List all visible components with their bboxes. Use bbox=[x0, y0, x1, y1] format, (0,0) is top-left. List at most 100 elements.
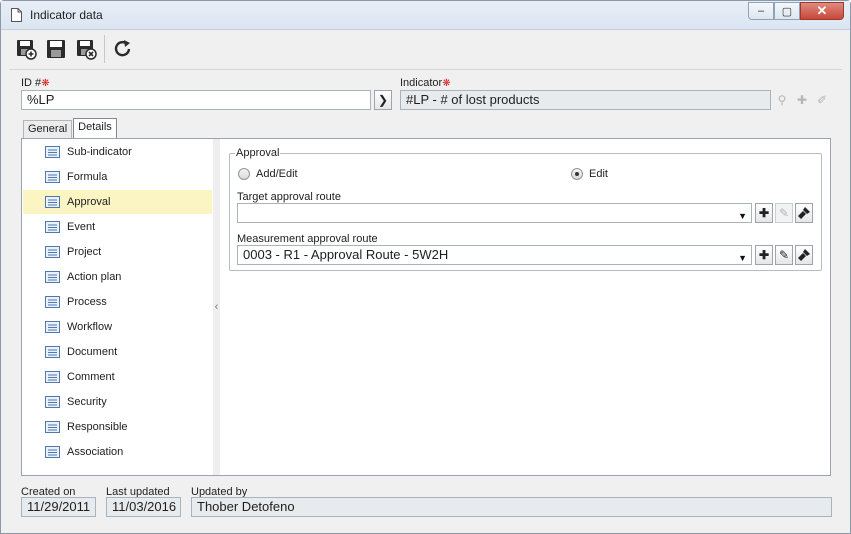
add-measurement-route-button[interactable]: ✚ bbox=[755, 245, 773, 265]
search-icon: ⚲ bbox=[777, 93, 787, 107]
maximize-icon: ▢ bbox=[781, 5, 793, 18]
list-icon bbox=[45, 221, 60, 233]
last-updated-field: 11/03/2016 bbox=[106, 497, 181, 517]
edit-measurement-route-button[interactable]: ✎ bbox=[775, 245, 793, 265]
save-new-button[interactable] bbox=[14, 37, 38, 61]
brush-icon bbox=[798, 249, 810, 261]
sidebar-item-event[interactable]: Event bbox=[23, 215, 212, 239]
required-icon: ❋ bbox=[41, 78, 50, 89]
save-close-button[interactable] bbox=[74, 37, 98, 61]
search-indicator-button[interactable]: ⚲ bbox=[773, 90, 791, 110]
sidebar-item-label: Association bbox=[67, 446, 124, 458]
list-icon bbox=[45, 196, 60, 208]
indicator-field: #LP - # of lost products bbox=[400, 90, 771, 110]
tab-details[interactable]: Details bbox=[73, 118, 117, 138]
details-sidebar: Sub-indicator Formula Approval Event Pro… bbox=[22, 139, 213, 475]
brush-icon bbox=[798, 207, 810, 219]
radio-add-edit[interactable]: Add/Edit bbox=[238, 168, 298, 180]
plus-icon: ✚ bbox=[796, 93, 808, 107]
chevron-right-icon: ❯ bbox=[377, 93, 389, 107]
radio-button-icon bbox=[238, 168, 250, 180]
list-icon bbox=[45, 396, 60, 408]
tab-bar: General Details bbox=[23, 118, 118, 138]
refresh-button[interactable] bbox=[111, 37, 135, 61]
sidebar-item-approval[interactable]: Approval bbox=[23, 190, 212, 214]
list-icon bbox=[45, 346, 60, 358]
sidebar-item-label: Event bbox=[67, 221, 96, 233]
dropdown-arrow-icon: ▼ bbox=[738, 211, 747, 221]
go-button[interactable]: ❯ bbox=[374, 90, 392, 110]
close-button[interactable]: ✕ bbox=[800, 2, 844, 20]
measurement-route-select[interactable]: 0003 - R1 - Approval Route - 5W2H ▼ bbox=[237, 245, 752, 265]
created-on-field: 11/29/2011 bbox=[21, 497, 96, 517]
radio-add-edit-label: Add/Edit bbox=[256, 168, 298, 180]
sidebar-item-label: Action plan bbox=[67, 271, 122, 283]
dropdown-arrow-icon: ▼ bbox=[738, 253, 747, 263]
sidebar-item-project[interactable]: Project bbox=[23, 240, 212, 264]
refresh-icon bbox=[114, 40, 131, 57]
sidebar-item-label: Document bbox=[67, 346, 118, 358]
sidebar-item-sub-indicator[interactable]: Sub-indicator bbox=[23, 140, 212, 164]
indicator-label-text: Indicator bbox=[400, 77, 443, 89]
sidebar-item-label: Process bbox=[67, 296, 107, 308]
title-bar[interactable]: Indicator data ‒ ▢ ✕ bbox=[1, 1, 850, 30]
add-target-route-button[interactable]: ✚ bbox=[755, 203, 773, 223]
updated-by-field: Thober Detofeno bbox=[191, 497, 832, 517]
plus-icon: ✚ bbox=[758, 248, 770, 262]
sidebar-item-association[interactable]: Association bbox=[23, 440, 212, 464]
clear-measurement-route-button[interactable] bbox=[795, 245, 813, 265]
details-panel: Sub-indicator Formula Approval Event Pro… bbox=[21, 138, 831, 476]
target-route-label: Target approval route bbox=[237, 191, 341, 203]
sidebar-item-action-plan[interactable]: Action plan bbox=[23, 265, 212, 289]
document-icon bbox=[11, 8, 22, 22]
minimize-button[interactable]: ‒ bbox=[748, 2, 774, 20]
list-icon bbox=[45, 371, 60, 383]
sidebar-item-document[interactable]: Document bbox=[23, 340, 212, 364]
minimize-icon: ‒ bbox=[757, 5, 765, 17]
sidebar-item-comment[interactable]: Comment bbox=[23, 365, 212, 389]
clear-indicator-button[interactable]: ✐ bbox=[813, 90, 831, 110]
list-icon bbox=[45, 421, 60, 433]
sidebar-item-label: Workflow bbox=[67, 321, 113, 333]
id-input[interactable]: %LP bbox=[21, 90, 371, 110]
save-button[interactable] bbox=[44, 37, 68, 61]
target-route-select[interactable]: ▼ bbox=[237, 203, 752, 223]
save-new-icon bbox=[17, 40, 37, 60]
radio-edit[interactable]: Edit bbox=[571, 168, 608, 180]
sidebar-item-responsible[interactable]: Responsible bbox=[23, 415, 212, 439]
window-title: Indicator data bbox=[30, 8, 103, 22]
sidebar-item-label: Responsible bbox=[67, 421, 128, 433]
list-icon bbox=[45, 296, 60, 308]
list-icon bbox=[45, 171, 60, 183]
chevron-left-icon: ‹ bbox=[214, 301, 219, 313]
approval-content: Approval Add/Edit Edit Target approval r… bbox=[220, 139, 830, 475]
save-icon bbox=[47, 40, 65, 58]
sidebar-item-label: Sub-indicator bbox=[67, 146, 132, 158]
tab-general[interactable]: General bbox=[23, 120, 73, 138]
save-close-icon bbox=[77, 40, 97, 60]
indicator-label: Indicator❋ bbox=[400, 77, 451, 89]
clear-target-route-button[interactable] bbox=[795, 203, 813, 223]
sidebar-item-label: Formula bbox=[67, 171, 108, 183]
measurement-route-value: 0003 - R1 - Approval Route - 5W2H bbox=[243, 247, 449, 262]
approval-group-label: Approval bbox=[235, 147, 281, 159]
edit-target-route-button[interactable]: ✎ bbox=[775, 203, 793, 223]
sidebar-item-label: Approval bbox=[67, 196, 111, 208]
sidebar-item-security[interactable]: Security bbox=[23, 390, 212, 414]
sidebar-item-workflow[interactable]: Workflow bbox=[23, 315, 212, 339]
sidebar-item-formula[interactable]: Formula bbox=[23, 165, 212, 189]
brush-icon: ✐ bbox=[816, 93, 828, 107]
id-label-text: ID # bbox=[21, 77, 42, 89]
sidebar-item-process[interactable]: Process bbox=[23, 290, 212, 314]
sidebar-item-label: Comment bbox=[67, 371, 115, 383]
pencil-icon: ✎ bbox=[778, 206, 790, 220]
maximize-button[interactable]: ▢ bbox=[774, 2, 800, 20]
add-indicator-button[interactable]: ✚ bbox=[793, 90, 811, 110]
approval-group: Approval Add/Edit Edit Target approval r… bbox=[229, 147, 822, 271]
toolbar bbox=[14, 34, 141, 64]
sidebar-item-label: Project bbox=[67, 246, 102, 258]
collapse-splitter[interactable]: ‹ bbox=[213, 139, 220, 475]
plus-icon: ✚ bbox=[758, 206, 770, 220]
radio-button-selected-icon bbox=[571, 168, 583, 180]
list-icon bbox=[45, 271, 60, 283]
